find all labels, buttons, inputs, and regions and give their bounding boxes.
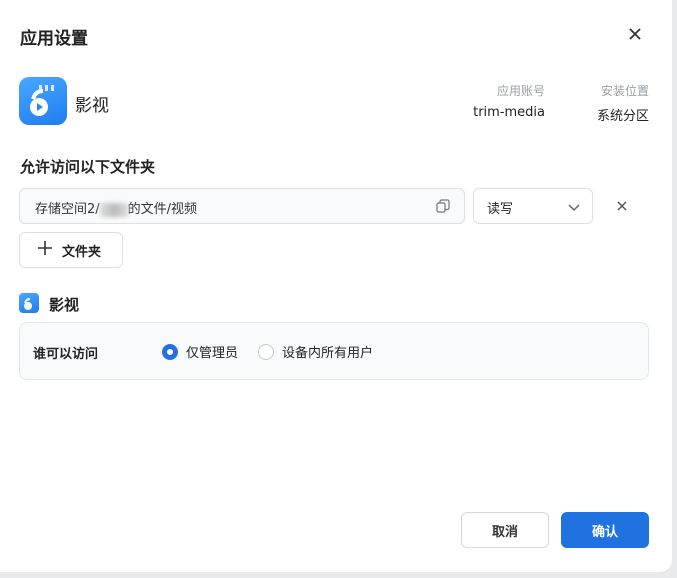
- radio-admin-only[interactable]: 仅管理员: [162, 342, 238, 361]
- radio-label: 设备内所有用户: [282, 346, 374, 361]
- access-label: 谁可以访问: [33, 347, 99, 362]
- remove-folder-icon[interactable]: [614, 198, 630, 218]
- location-value: 系统分区: [596, 109, 649, 124]
- app-name: 影视: [75, 96, 109, 116]
- add-folder-button[interactable]: 文件夹: [19, 232, 123, 268]
- redacted-username: [99, 202, 128, 217]
- folders-section-title: 允许访问以下文件夹: [20, 158, 156, 176]
- account-label: 应用账号: [496, 84, 545, 98]
- cancel-button[interactable]: 取消: [461, 512, 549, 548]
- radio-unselected-icon: [258, 343, 274, 360]
- access-app-name: 影视: [49, 296, 80, 314]
- permission-value: 读写: [487, 202, 514, 217]
- close-icon[interactable]: [624, 23, 646, 45]
- location-label: 安装位置: [600, 84, 649, 98]
- app-settings-dialog: 应用设置 影视 应用账号 trim-media 安装位置系统分区 允许访问以下文件…: [0, 0, 672, 572]
- dialog-title: 应用设置: [20, 29, 88, 49]
- chevron-down-icon: [568, 201, 580, 216]
- confirm-button[interactable]: 确认: [561, 512, 649, 548]
- permission-select[interactable]: 读写: [473, 188, 593, 224]
- path-prefix: 存储空间2/: [35, 202, 100, 217]
- path-suffix: 的文件/视频: [127, 202, 198, 217]
- copy-icon[interactable]: [436, 199, 450, 217]
- app-logo-icon: [19, 77, 67, 125]
- account-value: trim-media: [473, 105, 545, 120]
- folder-path-field[interactable]: 存储空间2/的文件/视频: [19, 188, 465, 224]
- radio-all-users[interactable]: 设备内所有用户: [258, 342, 373, 361]
- app-small-icon: [19, 293, 39, 313]
- radio-label: 仅管理员: [186, 346, 239, 361]
- app-account: 应用账号 trim-media: [460, 82, 545, 120]
- access-panel: 谁可以访问 仅管理员 设备内所有用户: [19, 322, 649, 380]
- plus-icon: [38, 241, 52, 259]
- radio-selected-icon: [162, 343, 178, 360]
- add-folder-label: 文件夹: [62, 244, 102, 260]
- install-location: 安装位置 系统分区: [570, 82, 649, 124]
